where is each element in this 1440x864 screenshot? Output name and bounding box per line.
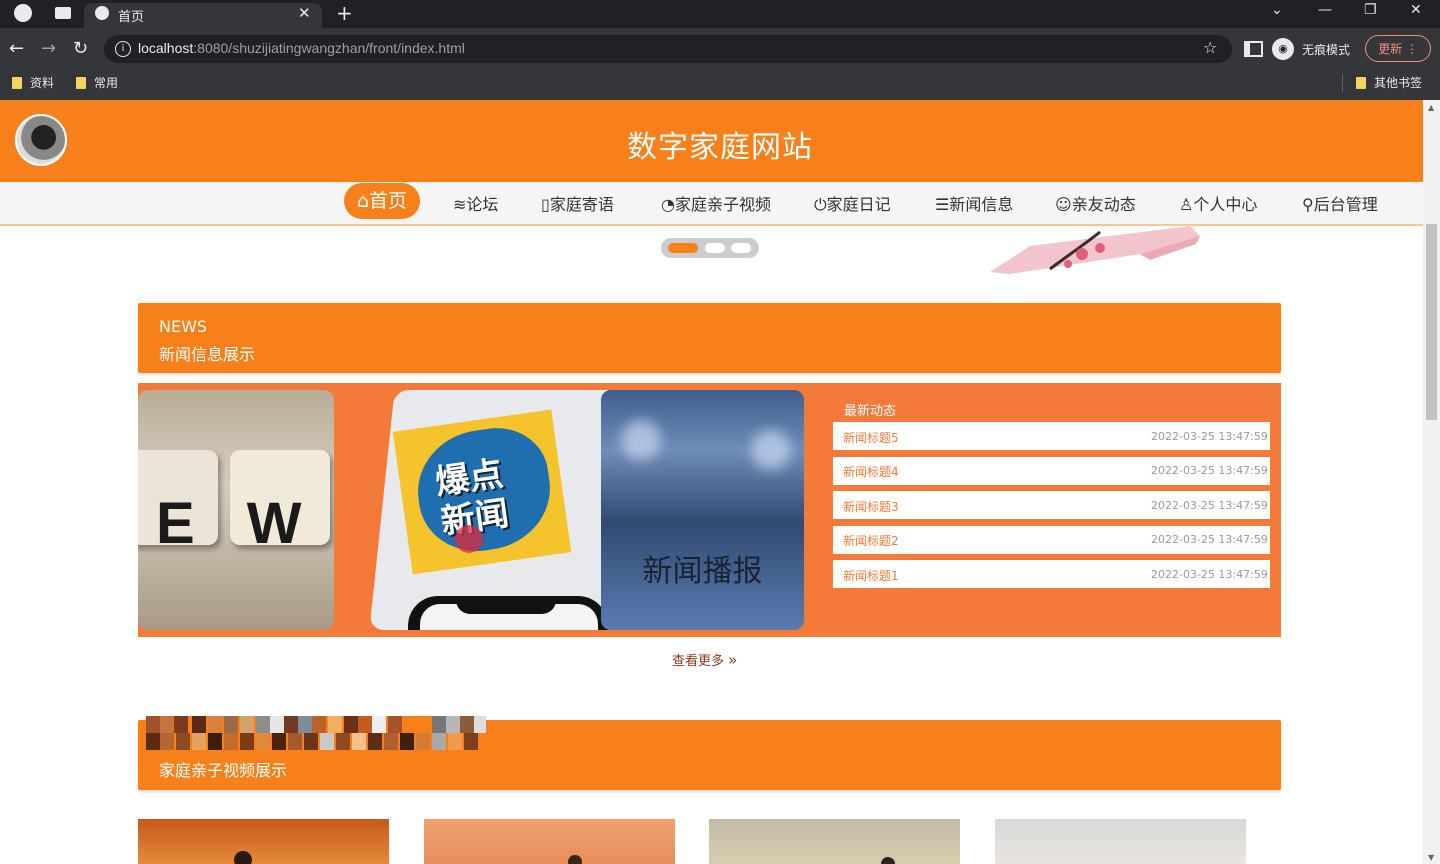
folder-icon xyxy=(76,77,86,89)
bookmarks-divider xyxy=(1342,74,1343,92)
bookmark-star-icon[interactable]: ☆ xyxy=(1203,38,1217,57)
carousel-dot-3[interactable] xyxy=(731,243,751,253)
smile-icon: ☺ xyxy=(1055,195,1072,214)
nav-item-friends[interactable]: ☺亲友动态 xyxy=(1055,191,1136,215)
tab-favicon-icon xyxy=(95,6,109,20)
site-title: 数字家庭网站 xyxy=(627,130,813,165)
profile-icon[interactable] xyxy=(14,4,32,22)
view-more-link[interactable]: 查看更多 » xyxy=(672,650,737,669)
video-thumbnail[interactable] xyxy=(995,819,1246,864)
double-chevron-right-icon: » xyxy=(728,651,738,669)
palette-icon: ◔ xyxy=(661,195,675,214)
nav-item-news[interactable]: ☰新闻信息 xyxy=(935,191,1013,215)
new-tab-button[interactable]: + xyxy=(336,1,353,25)
carousel-dot-2[interactable] xyxy=(705,243,725,253)
scroll-down-arrow-icon[interactable]: ▼ xyxy=(1428,853,1434,862)
tab-search-icon[interactable] xyxy=(55,7,71,19)
forward-button[interactable]: → xyxy=(41,38,56,59)
back-button[interactable]: ← xyxy=(9,38,24,59)
news-item-date: 2022-03-25 13:47:59 xyxy=(1151,499,1268,512)
site-info-icon[interactable]: i xyxy=(115,41,131,57)
side-panel-icon[interactable] xyxy=(1244,41,1263,57)
other-bookmarks[interactable]: 其他书签 xyxy=(1356,74,1422,91)
nav-item-home[interactable]: ⌂首页 xyxy=(344,183,420,219)
news-item-title[interactable]: 新闻标题3 xyxy=(843,498,899,515)
news-image-2-text: 爆点新闻 xyxy=(432,453,512,543)
minimize-button[interactable]: — xyxy=(1318,2,1332,18)
folder-icon xyxy=(12,77,22,89)
close-tab-icon[interactable]: ✕ xyxy=(298,4,311,22)
carousel-dot-1[interactable] xyxy=(668,243,698,253)
nav-item-profile[interactable]: ♙个人中心 xyxy=(1179,191,1257,215)
link-icon: ⚲ xyxy=(1302,195,1314,214)
tab-title: 首页 xyxy=(118,9,145,24)
news-section-header xyxy=(138,303,1281,373)
nav-item-family-video[interactable]: ◔家庭亲子视频 xyxy=(661,191,771,215)
news-section-en-title: NEWS xyxy=(159,317,208,336)
news-item-date: 2022-03-25 13:47:59 xyxy=(1151,533,1268,546)
incognito-icon[interactable]: ◉ xyxy=(1272,38,1294,60)
news-image-1[interactable]: E W xyxy=(138,390,334,630)
update-button[interactable]: 更新 ⋮ xyxy=(1365,35,1431,62)
sliders-icon: ☰ xyxy=(935,195,950,214)
mouse-cursor-highlight xyxy=(455,525,483,553)
home-icon: ⌂ xyxy=(356,190,370,212)
news-image-2[interactable]: 爆点新闻 xyxy=(368,390,608,630)
tab-list-icon[interactable]: ⌄ xyxy=(1271,2,1283,18)
video-thumbnail[interactable] xyxy=(138,819,389,864)
news-item-title[interactable]: 新闻标题5 xyxy=(843,429,899,446)
latest-news-title: 最新动态 xyxy=(844,404,897,419)
news-item-date: 2022-03-25 13:47:59 xyxy=(1151,464,1268,477)
close-window-button[interactable]: ✕ xyxy=(1410,2,1422,18)
news-image-3-text: 新闻播报 xyxy=(642,554,763,589)
pixelated-overlay xyxy=(146,716,486,750)
carousel-image-fragment xyxy=(990,226,1200,274)
nav-item-admin[interactable]: ⚲后台管理 xyxy=(1302,191,1378,215)
bookmark-folder-changyong[interactable]: 常用 xyxy=(76,74,118,91)
news-image-1-text: E W xyxy=(156,491,302,556)
news-item-title[interactable]: 新闻标题2 xyxy=(843,532,899,549)
page-scrollbar[interactable] xyxy=(1423,100,1440,864)
layers-icon: ≋ xyxy=(453,195,467,214)
news-item-date: 2022-03-25 13:47:59 xyxy=(1151,568,1268,581)
url-text: localhost:8080/shuzijiatingwangzhan/fron… xyxy=(138,40,465,56)
scrollbar-thumb[interactable] xyxy=(1426,224,1437,420)
nav-item-family-message[interactable]: ▯家庭寄语 xyxy=(541,191,614,215)
nav-item-family-diary[interactable]: ⏻家庭日记 xyxy=(814,191,891,215)
bookmark-folder-ziliao[interactable]: 资料 xyxy=(12,74,54,91)
incognito-label: 无痕模式 xyxy=(1302,43,1351,57)
news-section-cn-title: 新闻信息展示 xyxy=(159,345,256,364)
user-icon: ♙ xyxy=(1179,195,1194,214)
bookmarks-bar xyxy=(0,70,1440,101)
restore-button[interactable]: ❐ xyxy=(1364,2,1377,18)
video-thumbnail[interactable] xyxy=(709,819,960,864)
news-item-date: 2022-03-25 13:47:59 xyxy=(1151,430,1268,443)
nav-item-forum[interactable]: ≋论坛 xyxy=(453,191,498,215)
video-section-cn-title: 家庭亲子视频展示 xyxy=(159,761,288,780)
news-image-3[interactable]: 新闻播报 xyxy=(601,390,804,630)
video-thumbnail[interactable] xyxy=(424,819,675,864)
news-item-title[interactable]: 新闻标题4 xyxy=(843,463,899,480)
scroll-up-arrow-icon[interactable]: ▲ xyxy=(1428,103,1434,112)
reload-button[interactable]: ↻ xyxy=(73,38,88,59)
power-icon: ⏻ xyxy=(814,195,827,214)
folder-icon xyxy=(1356,77,1366,89)
book-icon: ▯ xyxy=(541,195,550,214)
news-item-title[interactable]: 新闻标题1 xyxy=(843,567,899,584)
